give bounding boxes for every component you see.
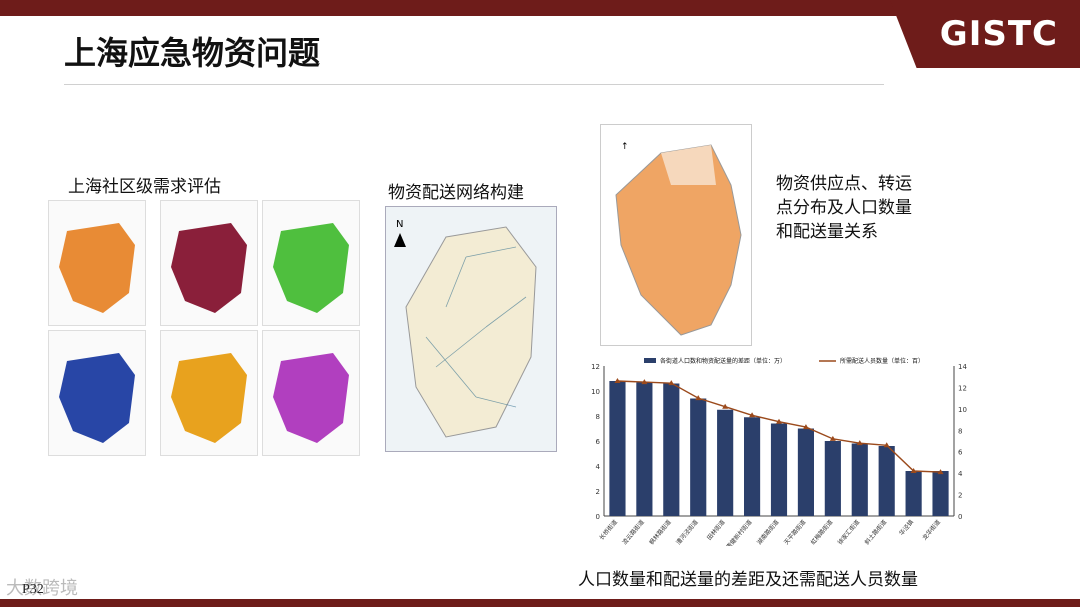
label-community: 上海社区级需求评估 <box>68 177 221 197</box>
bar <box>744 417 761 516</box>
x-tick-label: 长桥街道 <box>597 518 619 542</box>
y-tick-label: 2 <box>596 488 600 496</box>
y2-tick-label: 2 <box>958 492 962 500</box>
community-maps-grid <box>48 198 360 456</box>
svg-text:N: N <box>396 219 403 230</box>
page-number: P32 <box>22 582 44 597</box>
y2-tick-label: 6 <box>958 449 963 457</box>
label-supply-line1: 物资供应点、转运 <box>776 174 912 194</box>
y2-tick-label: 10 <box>958 406 967 414</box>
bar <box>717 409 734 516</box>
map-green[interactable] <box>262 200 360 326</box>
y2-tick-label: 14 <box>958 363 967 371</box>
label-network: 物资配送网络构建 <box>388 183 524 203</box>
x-tick-label: 枫林路街道 <box>647 518 672 546</box>
y2-tick-label: 8 <box>958 427 962 435</box>
map-orange[interactable] <box>48 200 146 326</box>
label-supply: 物资供应点、转运 点分布及人口数量 和配送量关系 <box>776 172 912 244</box>
x-tick-label: 华泾镇 <box>897 518 915 537</box>
bar <box>797 428 814 516</box>
legend-bar-swatch <box>644 358 656 363</box>
y-tick-label: 8 <box>596 413 600 421</box>
y2-tick-label: 12 <box>958 384 967 392</box>
x-tick-label: 龙华街道 <box>921 518 943 542</box>
y2-tick-label: 0 <box>958 513 962 521</box>
legend-bar-label: 各街道人口数和物资配送量的差距（单位：万） <box>660 357 786 365</box>
label-supply-line3: 和配送量关系 <box>776 222 878 242</box>
map-yellow[interactable] <box>160 330 258 456</box>
x-tick-label: 漕河泾街道 <box>674 518 699 546</box>
supply-map[interactable]: ↑ <box>600 124 752 346</box>
brand-logo: GISTC <box>939 14 1058 54</box>
bar <box>932 471 949 516</box>
x-tick-label: 虹梅路街道 <box>809 518 834 546</box>
bar <box>905 471 922 516</box>
x-tick-label: 凌云路街道 <box>620 518 645 546</box>
network-map[interactable]: N <box>385 206 557 452</box>
x-tick-label: 康健新村街道 <box>724 518 753 546</box>
bar <box>878 446 895 516</box>
map-purple[interactable] <box>262 330 360 456</box>
x-tick-label: 田林街道 <box>705 518 727 542</box>
bar <box>824 441 841 516</box>
map-maroon[interactable] <box>160 200 258 326</box>
chart-caption: 人口数量和配送量的差距及还需配送人员数量 <box>578 570 918 590</box>
bar <box>851 443 868 516</box>
x-tick-label: 湖南路街道 <box>755 518 780 546</box>
bar <box>609 381 626 516</box>
bar <box>663 383 680 516</box>
y-tick-label: 10 <box>591 388 600 396</box>
x-tick-label: 徐家汇街道 <box>836 518 861 546</box>
bar <box>690 398 707 516</box>
label-supply-line2: 点分布及人口数量 <box>776 198 912 218</box>
bar-line-chart: 0 2 4 6 8 10 12 0 2 4 6 8 10 12 14 长桥街道 凌云路街道 枫林路街道 漕河泾街道田… <box>591 357 967 546</box>
map-blue[interactable] <box>48 330 146 456</box>
y-tick-label: 0 <box>596 513 600 521</box>
title-divider <box>64 84 884 85</box>
y-tick-label: 12 <box>591 363 600 371</box>
legend-line-label: 所需配送人员数量（单位：百） <box>840 357 924 365</box>
bar <box>770 423 788 516</box>
x-tick-label: 天平路街道 <box>782 518 807 546</box>
bottom-bar <box>0 599 1080 607</box>
svg-text:↑: ↑ <box>621 142 629 152</box>
page-title: 上海应急物资问题 <box>64 34 321 72</box>
y-tick-label: 6 <box>596 438 601 446</box>
y2-tick-label: 4 <box>958 470 963 478</box>
y-tick-label: 4 <box>596 463 601 471</box>
x-tick-label: 斜土路街道 <box>863 518 888 546</box>
bar <box>636 382 653 516</box>
